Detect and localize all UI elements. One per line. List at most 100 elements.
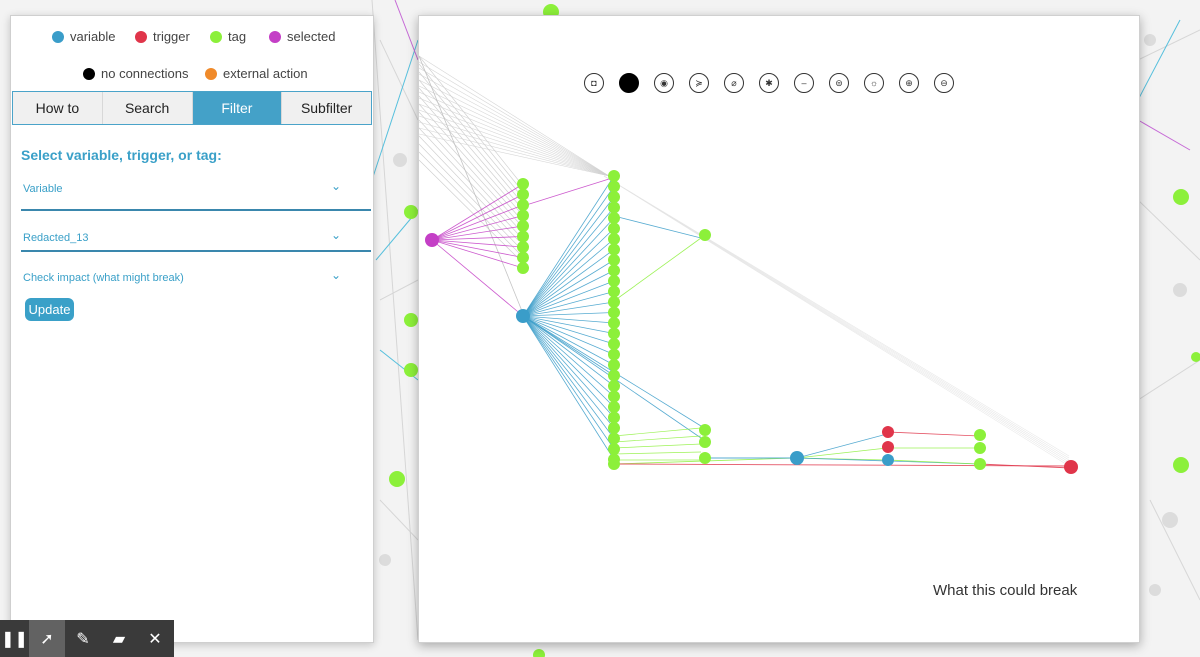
tag-node[interactable]	[608, 401, 620, 413]
graph-edge	[613, 427, 702, 437]
type-select[interactable]: Variable ⌄	[21, 176, 371, 211]
tag-node[interactable]	[517, 178, 529, 190]
tag-node[interactable]	[608, 212, 620, 224]
legend-label: trigger	[153, 29, 190, 44]
selected-node[interactable]	[425, 233, 439, 247]
tag-node[interactable]	[608, 443, 620, 455]
bird-icon[interactable]: ≽	[689, 73, 709, 93]
tag-node[interactable]	[517, 188, 529, 201]
tag-node[interactable]	[608, 338, 620, 350]
tag-node[interactable]	[974, 429, 986, 441]
tag-node[interactable]	[608, 317, 620, 329]
trigger-node[interactable]	[882, 426, 894, 438]
graph-edge	[431, 239, 524, 269]
graph-edge	[419, 67, 610, 177]
tag-node[interactable]	[608, 180, 620, 193]
tag-node[interactable]	[608, 380, 620, 392]
tag-node[interactable]	[699, 424, 711, 436]
chevron-down-icon: ⌄	[330, 268, 341, 282]
tag-node[interactable]	[608, 369, 620, 382]
tag-node[interactable]	[517, 209, 529, 222]
sun-icon[interactable]: ☼	[864, 73, 884, 93]
tag-node[interactable]	[608, 275, 620, 287]
tag-node[interactable]	[608, 422, 620, 434]
tag-node[interactable]	[608, 191, 620, 203]
sparkle-icon[interactable]: ✱	[759, 73, 779, 93]
tag-node[interactable]	[608, 243, 620, 256]
minus-circle-icon[interactable]: –	[794, 73, 814, 93]
tag-node[interactable]	[608, 254, 620, 266]
graph-edge	[522, 315, 615, 387]
tag-node[interactable]	[608, 170, 620, 182]
eraser-icon[interactable]: ▰	[101, 620, 137, 657]
tag-node[interactable]	[608, 327, 620, 340]
tag-node[interactable]	[608, 390, 620, 403]
variable-node[interactable]	[882, 454, 894, 466]
tag-node[interactable]	[608, 233, 620, 245]
tag-node[interactable]	[517, 199, 529, 211]
graph-edge	[419, 121, 610, 177]
dependency-graph[interactable]	[419, 16, 1139, 642]
zoom-out-icon[interactable]: ⊖	[934, 73, 954, 93]
variable-node[interactable]	[516, 309, 530, 323]
tag-node[interactable]	[974, 442, 986, 454]
update-button[interactable]: Update	[25, 298, 74, 321]
tag-node[interactable]	[608, 222, 620, 235]
graph-card: ◘ ◉ ≽ ⌀ ✱ – ⊜ ☼ ⊕ ⊖ What this could brea…	[418, 15, 1140, 643]
tag-node[interactable]	[608, 201, 620, 214]
tag-node[interactable]	[608, 458, 620, 470]
gauge-icon[interactable]: ⌀	[724, 73, 744, 93]
tag-node[interactable]	[608, 296, 620, 308]
tag-node[interactable]	[608, 306, 620, 319]
graph-edge	[522, 315, 615, 429]
item-select[interactable]: Redacted_13 ⌄	[21, 225, 371, 252]
tab-subfilter[interactable]: Subfilter	[282, 92, 371, 124]
graph-edge	[419, 127, 610, 177]
tag-node[interactable]	[608, 285, 620, 298]
tab-how-to[interactable]: How to	[13, 92, 103, 124]
close-icon[interactable]: ✕	[137, 620, 173, 657]
tag-node[interactable]	[517, 230, 529, 243]
tag-node[interactable]	[608, 411, 620, 424]
graph-edge	[603, 175, 1070, 457]
filled-circle-icon[interactable]	[619, 73, 639, 93]
tag-node[interactable]	[699, 229, 711, 241]
tag-node[interactable]	[517, 241, 529, 253]
graph-edge	[419, 91, 610, 177]
variable-node[interactable]	[790, 451, 804, 465]
graph-edge	[613, 451, 702, 455]
tag-node[interactable]	[974, 458, 986, 470]
legend-label: variable	[70, 29, 116, 44]
target-icon[interactable]: ◉	[654, 73, 674, 93]
trigger-node[interactable]	[882, 441, 894, 453]
equals-circle-icon[interactable]: ⊜	[829, 73, 849, 93]
tag-node[interactable]	[517, 251, 529, 264]
tag-node[interactable]	[517, 220, 529, 232]
variable-dot-icon	[52, 30, 64, 43]
pen-icon[interactable]: ✎	[65, 620, 101, 657]
graph-edge	[886, 431, 980, 437]
graph-edge	[419, 85, 610, 177]
tag-node[interactable]	[699, 436, 711, 448]
tab-filter[interactable]: Filter	[192, 92, 283, 124]
pointer-icon[interactable]: ➚	[29, 620, 65, 657]
graph-edge	[522, 186, 615, 317]
tag-node[interactable]	[608, 359, 620, 371]
tag-node[interactable]	[517, 262, 529, 274]
external-action-dot-icon	[205, 67, 217, 80]
type-select-value: Variable	[23, 183, 63, 195]
tag-node[interactable]	[699, 452, 711, 464]
legend-tag: tag	[210, 29, 246, 44]
pause-icon[interactable]: ❚❚	[0, 620, 29, 657]
graph-toolbar: ◘ ◉ ≽ ⌀ ✱ – ⊜ ☼ ⊕ ⊖	[584, 73, 954, 93]
graph-edge	[431, 239, 524, 317]
tag-node[interactable]	[608, 264, 620, 277]
tag-node[interactable]	[608, 348, 620, 361]
tab-search[interactable]: Search	[102, 92, 193, 124]
zoom-in-icon[interactable]: ⊕	[899, 73, 919, 93]
tag-node[interactable]	[608, 432, 620, 445]
trigger-node[interactable]	[1064, 460, 1078, 474]
camera-icon[interactable]: ◘	[584, 73, 604, 93]
legend-selected: selected	[269, 29, 335, 44]
mode-select[interactable]: Check impact (what might break) ⌄	[21, 265, 371, 291]
